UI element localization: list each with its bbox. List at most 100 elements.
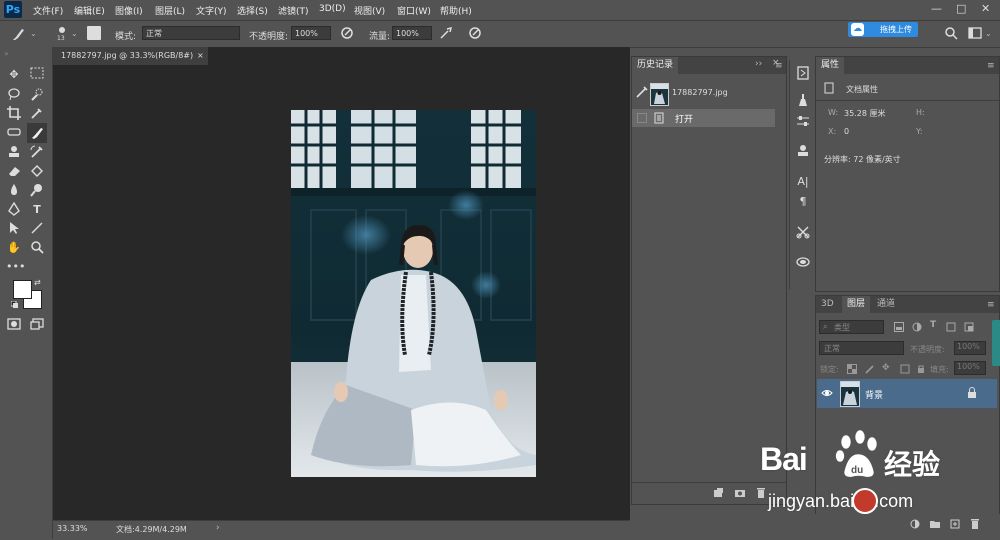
paragraph-panel-icon[interactable]: ¶	[795, 194, 811, 210]
eraser-tool-icon[interactable]	[6, 164, 22, 180]
menu-view[interactable]: 视图(V)	[354, 4, 385, 17]
fill-input[interactable]: 100%	[954, 361, 986, 375]
eyedropper-tool-icon[interactable]	[29, 106, 45, 122]
type-tool-icon[interactable]: T	[29, 202, 45, 218]
snapshot-source-brush-icon[interactable]	[635, 85, 649, 99]
dodge-tool-icon[interactable]	[29, 183, 45, 199]
new-document-from-state-icon[interactable]	[712, 487, 724, 499]
delete-layer-trash-icon[interactable]	[970, 519, 980, 529]
menu-file[interactable]: 文件(F)	[33, 4, 63, 17]
brush-tool-selected-icon[interactable]	[27, 123, 47, 143]
clone-stamp-tool-icon[interactable]	[6, 145, 22, 161]
zoom-level[interactable]: 33.33%	[57, 524, 88, 533]
collapse-panel-icon[interactable]: ››	[755, 59, 762, 69]
marquee-tool-icon[interactable]	[29, 67, 45, 83]
floating-avatar[interactable]	[852, 488, 878, 514]
cloud-upload-button[interactable]: ☁ 拖拽上传	[848, 22, 918, 37]
workspace-chevron-down-icon[interactable]: ⌄	[985, 29, 992, 38]
pressure-size-icon[interactable]	[468, 26, 482, 40]
lock-transparent-icon[interactable]	[847, 364, 857, 374]
blend-mode-select[interactable]: 正常	[819, 341, 904, 355]
menu-window[interactable]: 窗口(W)	[397, 4, 431, 17]
filter-adjustment-icon[interactable]	[912, 322, 922, 332]
more-tools-icon[interactable]: •••	[6, 259, 25, 275]
paint-bucket-tool-icon[interactable]	[29, 164, 45, 180]
lasso-tool-icon[interactable]	[6, 87, 22, 103]
move-tool-icon[interactable]: ✥	[6, 67, 22, 83]
new-layer-icon[interactable]	[950, 519, 960, 529]
zoom-tool-icon[interactable]	[29, 240, 45, 256]
flow-input[interactable]: 100%	[392, 26, 432, 40]
swap-colors-icon[interactable]: ⇄	[34, 278, 41, 287]
maximize-button[interactable]: □	[956, 2, 966, 15]
layer-row-background[interactable]: 背景	[817, 379, 997, 408]
close-tab-icon[interactable]: ×	[197, 47, 204, 65]
tab-channels[interactable]: 通道	[872, 296, 900, 313]
blur-tool-icon[interactable]	[6, 183, 22, 199]
menu-type[interactable]: 文字(Y)	[196, 4, 227, 17]
filter-pixel-icon[interactable]	[894, 322, 904, 332]
libraries-cloud-icon[interactable]	[795, 255, 811, 271]
brush-panel-icon[interactable]	[87, 26, 101, 40]
lock-all-icon[interactable]	[916, 364, 926, 374]
pen-tool-icon[interactable]	[6, 201, 22, 218]
panel-menu-icon[interactable]: ≡	[775, 61, 783, 71]
layers-menu-icon[interactable]: ≡	[987, 300, 995, 310]
collapse-toolbox-icon[interactable]: »	[4, 49, 9, 58]
properties-menu-icon[interactable]: ≡	[987, 61, 995, 71]
adjustments-sliders-icon[interactable]	[795, 114, 811, 130]
side-floating-tab[interactable]	[992, 320, 1000, 366]
new-group-folder-icon[interactable]	[930, 519, 940, 529]
add-adjustment-layer-icon[interactable]	[910, 519, 920, 529]
foreground-color-swatch[interactable]	[13, 280, 32, 299]
healing-brush-tool-icon[interactable]	[6, 125, 22, 141]
hand-tool-icon[interactable]: ✋	[6, 240, 22, 256]
filter-shape-icon[interactable]	[946, 322, 956, 332]
layer-opacity-input[interactable]: 100%	[954, 341, 986, 355]
document-tab[interactable]: 17882797.jpg @ 33.3%(RGB/8#) ×	[53, 47, 208, 65]
clone-source-icon[interactable]	[795, 144, 811, 160]
screen-mode-icon[interactable]	[29, 318, 45, 334]
line-tool-icon[interactable]	[29, 221, 45, 237]
layer-name[interactable]: 背景	[865, 388, 883, 401]
quick-mask-icon[interactable]	[6, 318, 22, 334]
tab-layers[interactable]: 图层	[842, 296, 871, 313]
close-window-button[interactable]: ✕	[981, 2, 990, 15]
search-icon[interactable]	[944, 26, 958, 40]
default-colors-icon[interactable]	[10, 300, 18, 308]
tool-presets-icon[interactable]	[795, 225, 811, 241]
filter-smart-object-icon[interactable]	[964, 322, 974, 332]
brush-tool-icon[interactable]	[10, 26, 26, 42]
width-value[interactable]: 35.28 厘米	[844, 108, 885, 119]
pressure-opacity-icon[interactable]	[340, 26, 354, 40]
menu-select[interactable]: 选择(S)	[237, 4, 268, 17]
character-panel-icon[interactable]: A|	[795, 174, 811, 190]
opacity-input[interactable]: 100%	[291, 26, 331, 40]
tab-history[interactable]: 历史记录	[632, 57, 679, 74]
menu-filter[interactable]: 滤镜(T)	[278, 4, 309, 17]
mode-select[interactable]: 正常	[142, 26, 240, 40]
minimize-button[interactable]: —	[931, 2, 942, 15]
airbrush-icon[interactable]	[439, 26, 453, 40]
tab-properties[interactable]: 属性	[816, 57, 845, 74]
history-panel-icon[interactable]	[795, 66, 811, 82]
filter-type-icon[interactable]: T	[930, 320, 936, 330]
lock-pixels-brush-icon[interactable]	[865, 364, 875, 374]
menu-layer[interactable]: 图层(L)	[155, 4, 185, 17]
workspace-icon[interactable]	[968, 26, 982, 40]
layer-visibility-eye-icon[interactable]	[821, 387, 833, 399]
brush-presets-icon[interactable]	[795, 93, 811, 109]
tab-3d[interactable]: 3D	[816, 296, 839, 313]
brush-size-chevron-down-icon[interactable]: ⌄	[71, 29, 78, 38]
photo-canvas[interactable]	[291, 110, 536, 477]
snapshot-camera-icon[interactable]	[734, 487, 746, 499]
path-selection-tool-icon[interactable]	[6, 221, 22, 237]
quick-selection-tool-icon[interactable]	[29, 87, 45, 103]
menu-3d[interactable]: 3D(D)	[319, 4, 346, 14]
menu-edit[interactable]: 编辑(E)	[74, 4, 105, 17]
status-menu-arrow-icon[interactable]: ›	[216, 523, 220, 533]
menu-image[interactable]: 图像(I)	[115, 4, 143, 17]
crop-tool-icon[interactable]	[6, 106, 22, 122]
history-step-checkbox[interactable]	[637, 113, 647, 123]
layer-filter-select[interactable]: ⌕ 类型	[819, 320, 884, 334]
